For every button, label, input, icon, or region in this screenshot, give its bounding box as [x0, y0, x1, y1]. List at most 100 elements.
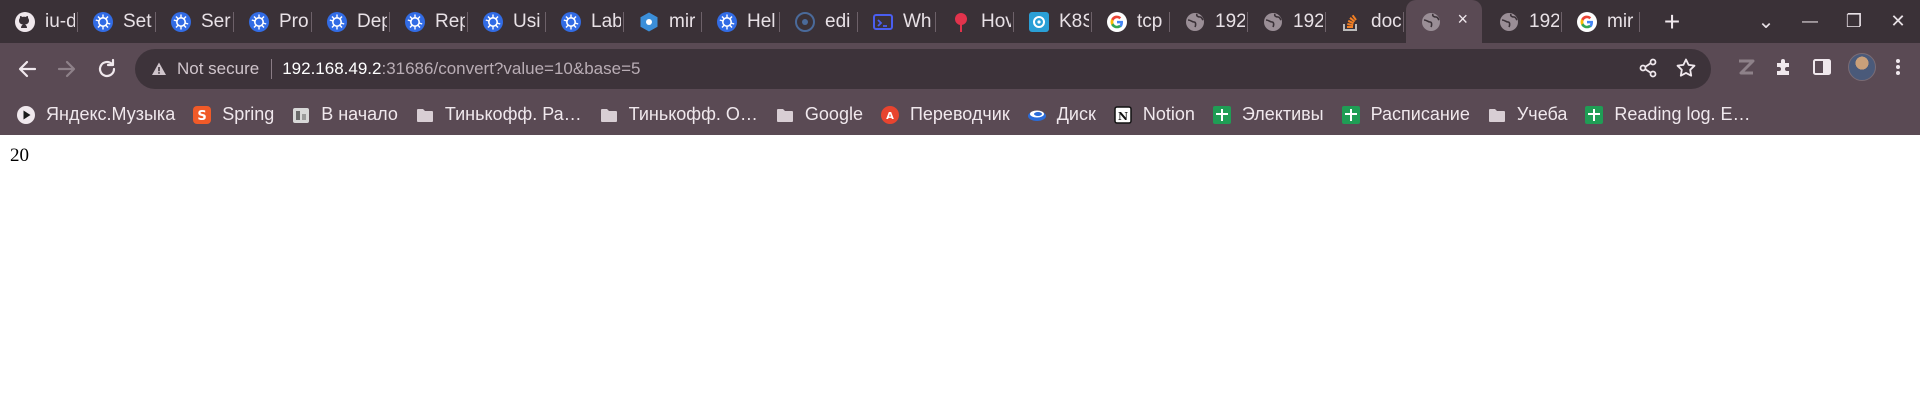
kubernetes-icon	[560, 11, 582, 33]
plus-green-icon	[1212, 105, 1232, 125]
minimize-button[interactable]: —	[1788, 13, 1832, 31]
tab[interactable]: Set	[78, 0, 156, 43]
bookmark-item[interactable]: Тинькофф. Ра…	[415, 104, 582, 125]
bookmark-item[interactable]: В начало	[291, 104, 398, 125]
tab-title: Pro	[279, 10, 309, 32]
profile-avatar[interactable]	[1848, 53, 1876, 81]
bookmark-item[interactable]: Расписание	[1341, 104, 1470, 125]
bookmark-item[interactable]: Диск	[1027, 104, 1096, 125]
window-controls: ⌄ — ❐ ✕	[1744, 0, 1920, 43]
tab-close-icon[interactable]: ×	[1457, 9, 1468, 30]
bookmark-item[interactable]: Элективы	[1212, 104, 1324, 125]
k8s-icon	[1028, 11, 1050, 33]
bookmarks-bar: Яндекс.Музыка S Spring В начало Тинькофф. Ра…	[0, 94, 1920, 135]
tab-title: iu-d	[45, 10, 75, 32]
svg-text:N: N	[1118, 110, 1128, 123]
bookmark-item[interactable]: Тинькофф. О…	[599, 104, 758, 125]
window-icon	[872, 11, 894, 33]
tab[interactable]: edi	[780, 0, 858, 43]
close-window-button[interactable]: ✕	[1876, 11, 1920, 32]
tab-title: doc	[1371, 10, 1401, 32]
address-bar[interactable]: Not secure 192.168.49.2:31686/convert?va…	[135, 49, 1711, 89]
bookmark-label: Элективы	[1241, 104, 1324, 124]
tab[interactable]: Hel	[702, 0, 780, 43]
tab-title: mir	[1607, 10, 1634, 32]
new-tab-button[interactable]: +	[1654, 6, 1690, 38]
tab-separator	[1639, 12, 1640, 32]
svg-text:S: S	[198, 109, 207, 124]
svg-text:A: A	[886, 111, 894, 122]
back-button[interactable]	[12, 54, 42, 84]
side-panel-icon[interactable]	[1810, 55, 1834, 79]
kubernetes-icon	[92, 11, 114, 33]
tab-title: edi	[825, 10, 851, 32]
tab[interactable]: doc	[1326, 0, 1404, 43]
s-icon: S	[192, 105, 212, 125]
bookmark-item[interactable]: N Notion	[1113, 104, 1195, 125]
reload-icon	[98, 58, 116, 77]
tab[interactable]: mir	[624, 0, 702, 43]
tab[interactable]: Hov	[936, 0, 1014, 43]
tab[interactable]: Lab	[546, 0, 624, 43]
bookmark-label: Spring	[222, 104, 275, 124]
tab-title: Lab	[591, 10, 621, 32]
tab[interactable]: 192	[1484, 0, 1562, 43]
globe-icon	[1498, 11, 1520, 33]
extensions-puzzle-icon[interactable]	[1772, 55, 1796, 79]
google-icon	[1576, 11, 1598, 33]
tab-search-chevron-icon[interactable]: ⌄	[1744, 9, 1788, 34]
tab[interactable]: 192	[1170, 0, 1248, 43]
pin-icon	[950, 11, 972, 33]
bookmark-item[interactable]: A Переводчик	[880, 104, 1010, 125]
tab-strip: iu-d Set Ser Pro Dep Rep Usi Lab mir Hel edi Wh Hov K…	[0, 0, 1920, 43]
bookmark-item[interactable]: Reading log. E…	[1584, 104, 1751, 125]
tab[interactable]: Ser	[156, 0, 234, 43]
tab[interactable]: iu-d	[0, 0, 78, 43]
kubernetes-icon	[404, 11, 426, 33]
menu-dots-icon[interactable]	[1890, 55, 1906, 79]
share-icon[interactable]	[1637, 57, 1659, 79]
folder-icon	[599, 105, 619, 125]
bookmark-label: Диск	[1056, 104, 1096, 124]
forward-button[interactable]	[52, 54, 82, 84]
url-host: 192.168.49.2	[282, 59, 382, 78]
tab[interactable]: 192	[1248, 0, 1326, 43]
tab[interactable]: K8S	[1014, 0, 1092, 43]
home-icon	[291, 105, 311, 125]
bookmark-item[interactable]: Яндекс.Музыка	[16, 104, 175, 125]
url-text[interactable]: 192.168.49.2:31686/convert?value=10&base…	[282, 59, 640, 79]
tab-title: mir	[669, 10, 696, 32]
z-extension-icon[interactable]	[1734, 55, 1758, 79]
tab-title: 192	[1215, 10, 1245, 32]
tab[interactable]: Rep	[390, 0, 468, 43]
tab-title: Hov	[981, 10, 1011, 32]
tab-separator	[1403, 12, 1404, 32]
translate-icon: A	[880, 105, 900, 125]
bookmark-label: Расписание	[1370, 104, 1470, 124]
tab-title: 192	[1529, 10, 1559, 32]
globe-icon	[1262, 11, 1284, 33]
bookmark-star-icon[interactable]	[1675, 57, 1697, 79]
bookmark-item[interactable]: Google	[775, 104, 863, 125]
page-content: 20	[0, 135, 1920, 412]
tab[interactable]: mir	[1562, 0, 1640, 43]
folder-icon	[415, 105, 435, 125]
google-icon	[1106, 11, 1128, 33]
tab[interactable]: Dep	[312, 0, 390, 43]
tab-title: 192	[1293, 10, 1323, 32]
bookmark-item[interactable]: S Spring	[192, 104, 274, 125]
site-info-button[interactable]: Not secure	[151, 59, 259, 79]
conversion-result: 20	[10, 145, 29, 166]
maximize-button[interactable]: ❐	[1832, 11, 1876, 32]
not-secure-label: Not secure	[177, 59, 260, 78]
url-path: :31686/convert?value=10&base=5	[381, 59, 641, 78]
tab[interactable]: Usi	[468, 0, 546, 43]
tab[interactable]: Wh	[858, 0, 936, 43]
tab-active[interactable]: ×	[1406, 0, 1482, 43]
bookmark-label: Переводчик	[909, 104, 1010, 124]
bookmark-item[interactable]: Учеба	[1487, 104, 1567, 125]
tab[interactable]: tcp	[1092, 0, 1170, 43]
tab-title: Rep	[435, 10, 465, 32]
reload-button[interactable]	[92, 54, 122, 84]
tab[interactable]: Pro	[234, 0, 312, 43]
